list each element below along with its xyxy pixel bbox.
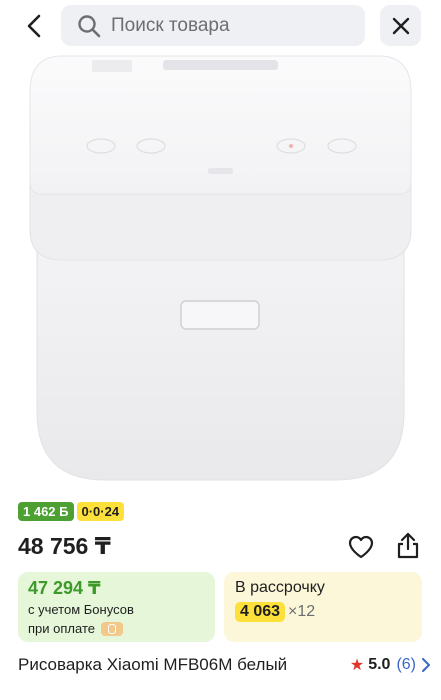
installment-badge: 0·0·24 (76, 502, 125, 521)
installment-amount: 4 063 (235, 602, 286, 622)
rating-link[interactable]: ★ 5.0 (6) (350, 655, 430, 675)
product-image[interactable] (0, 52, 441, 488)
review-count: (6) (396, 656, 416, 673)
favorite-button[interactable] (344, 530, 378, 564)
heart-icon (348, 535, 374, 559)
star-icon: ★ (349, 657, 365, 674)
rating-value: 5.0 (368, 656, 391, 673)
bonus-caption-2-text: при оплате (28, 621, 95, 636)
payment-card-icon (100, 622, 123, 636)
share-button[interactable] (391, 528, 425, 564)
bonus-price-card[interactable]: 47 294 ₸ с учетом Бонусов при оплате (18, 572, 215, 642)
close-button[interactable] (380, 5, 421, 46)
bonus-caption-2: при оплате (28, 621, 205, 637)
product-title-row: Рисоварка Xiaomi MFB06M белый ★ 5.0 (6) (18, 654, 430, 676)
product-price: 48 756 ₸ (18, 533, 111, 559)
bonus-caption-1: с учетом Бонусов (28, 602, 134, 617)
installment-row: 4 063 ×12 (235, 602, 411, 622)
installment-title: В рассрочку (235, 579, 325, 596)
back-button[interactable] (18, 10, 50, 42)
badges: 1 462 Б 0·0·24 (18, 502, 125, 521)
search-icon (78, 14, 101, 37)
search-bar[interactable] (61, 5, 365, 46)
back-arrow-icon (27, 14, 41, 38)
bonus-badge: 1 462 Б (18, 502, 74, 521)
search-input[interactable] (111, 14, 361, 37)
chevron-right-icon (422, 658, 430, 672)
rice-cooker-image (29, 55, 412, 481)
product-title: Рисоварка Xiaomi MFB06M белый (18, 655, 288, 674)
bonus-price: 47 294 ₸ (28, 578, 101, 598)
installment-card[interactable]: В рассрочку 4 063 ×12 (224, 572, 422, 642)
installment-months: ×12 (288, 603, 316, 620)
share-icon (397, 532, 419, 559)
close-icon (392, 17, 409, 34)
top-bar (0, 0, 441, 52)
